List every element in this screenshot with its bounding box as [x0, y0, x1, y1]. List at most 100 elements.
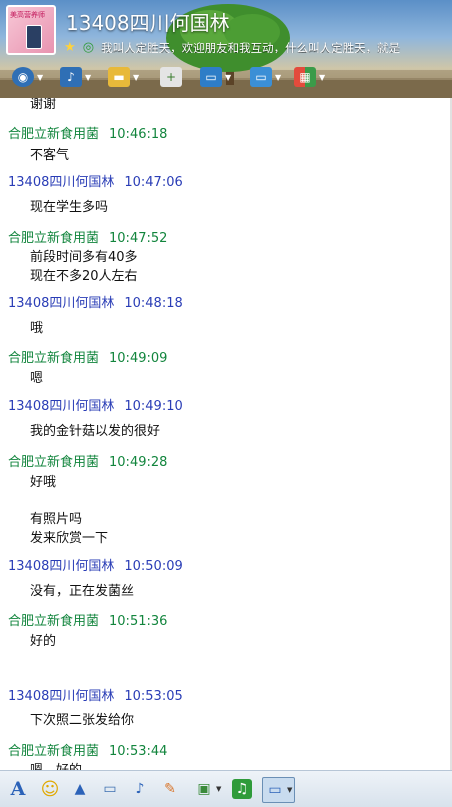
sender-name: 13408四川何国林	[8, 175, 115, 190]
apps-button[interactable]: ▦ ▼	[294, 64, 325, 90]
folder-icon: ▬	[108, 67, 130, 87]
emoji-button[interactable]: ☺	[40, 777, 60, 801]
chevron-down-icon[interactable]: ▼	[319, 73, 325, 82]
sender-name: 13408四川何国林	[8, 296, 115, 311]
music-icon: ♫	[232, 779, 252, 799]
message-text: 前段时间多有40多	[30, 250, 138, 265]
voice-message-button[interactable]: ♪	[130, 777, 150, 801]
message-header: 13408四川何国林 10:48:18	[8, 292, 183, 311]
chevron-down-icon[interactable]: ▼	[275, 73, 281, 82]
image-icon: ▣	[197, 781, 211, 797]
star-icon[interactable]: ★	[64, 40, 76, 53]
message-text: 好的	[30, 634, 57, 649]
avatar-text: 美高营养师	[10, 11, 45, 19]
chevron-down-icon[interactable]: ▼	[85, 73, 91, 82]
add-contact-button[interactable]: +	[160, 64, 182, 90]
shake-icon: ▲	[74, 781, 86, 797]
microphone-icon: ♪	[60, 67, 82, 87]
message-header: 13408四川何国林 10:50:09	[8, 555, 183, 574]
message-time: 10:46:18	[109, 127, 168, 142]
message-time: 10:53:05	[124, 689, 183, 704]
voice-call-button[interactable]: ♪ ▼	[60, 64, 91, 90]
message-text: 有照片吗	[30, 512, 83, 527]
message-time: 10:49:09	[109, 351, 168, 366]
remote-assist-button[interactable]: ▭ ▼	[200, 64, 231, 90]
chevron-down-icon[interactable]: ▼	[133, 73, 139, 82]
contact-name[interactable]: 13408四川何国林	[66, 7, 230, 36]
send-file-button[interactable]: ▬ ▼	[108, 64, 139, 90]
message-time: 10:51:36	[109, 614, 168, 629]
message-text: 嗯，好的	[30, 762, 82, 770]
emoji-icon: ☺	[40, 778, 60, 800]
sender-name: 13408四川何国林	[8, 399, 115, 414]
font-button[interactable]: A	[8, 777, 28, 801]
message-header: 合肥立新食用菌 10:46:18	[8, 123, 167, 142]
video-clip-button[interactable]: ▭	[100, 777, 120, 801]
message-header: 合肥立新食用菌 10:49:28	[8, 451, 167, 470]
message-text: 哦	[30, 321, 44, 336]
message-header: 合肥立新食用菌 10:47:52	[8, 227, 167, 246]
chat-history[interactable]: 谢谢 合肥立新食用菌 10:46:18 不客气 13408四川何国林 10:47:0…	[0, 98, 450, 770]
apps-grid-icon: ▦	[294, 67, 316, 87]
mobile-phone-icon	[26, 25, 42, 49]
send-image-button[interactable]: ▣ ▼	[194, 777, 221, 801]
personal-signature: 我叫人定胜天，欢迎朋友和我互动，什么叫人定胜天，就是	[101, 40, 401, 54]
music-button[interactable]: ♫	[232, 777, 252, 801]
sender-name: 合肥立新食用菌	[8, 231, 100, 246]
message-text: 不客气	[30, 148, 70, 163]
message-text: 下次照二张发给你	[30, 713, 135, 728]
scribble-button[interactable]: ✎	[160, 777, 180, 801]
screenshot-button[interactable]: ▭ ▼	[262, 777, 296, 803]
sender-name: 合肥立新食用菌	[8, 455, 100, 470]
sender-name: 合肥立新食用菌	[8, 351, 100, 366]
message-text: 好哦	[30, 475, 57, 490]
video-camera-icon: ◉	[12, 67, 34, 87]
message-time: 10:49:10	[124, 399, 183, 414]
screenshot-icon: ▭	[268, 782, 282, 798]
message-text: 谢谢	[30, 98, 57, 112]
sender-name: 合肥立新食用菌	[8, 127, 100, 142]
message-time: 10:49:28	[109, 455, 168, 470]
message-text: 现在不多20人左右	[30, 269, 138, 284]
message-header: 合肥立新食用菌 10:49:09	[8, 347, 167, 366]
qzone-icon[interactable]: ◎	[83, 40, 94, 53]
message-header: 13408四川何国林 10:53:05	[8, 685, 183, 704]
message-header: 合肥立新食用菌 10:51:36	[8, 610, 167, 629]
video-call-button[interactable]: ◉ ▼	[12, 64, 43, 90]
contact-avatar[interactable]: 美高营养师	[6, 5, 56, 55]
message-text: 发来欣赏一下	[30, 531, 109, 546]
sender-name: 13408四川何国林	[8, 689, 115, 704]
status-row: ★ ◎ 我叫人定胜天，欢迎朋友和我互动，什么叫人定胜天，就是	[64, 37, 452, 53]
font-icon: A	[10, 778, 26, 800]
share-screen-icon: ▭	[250, 67, 272, 87]
sender-name: 合肥立新食用菌	[8, 744, 100, 759]
video-clip-icon: ▭	[103, 781, 117, 797]
top-toolbar: ◉ ▼ ♪ ▼ ▬ ▼ + ▭ ▼ ▭ ▼ ▦ ▼	[0, 62, 452, 94]
chevron-down-icon[interactable]: ▼	[287, 786, 292, 794]
message-time: 10:53:44	[109, 744, 168, 759]
message-time: 10:47:52	[109, 231, 168, 246]
voice-message-icon: ♪	[135, 781, 145, 797]
share-screen-button[interactable]: ▭ ▼	[250, 64, 281, 90]
add-contact-icon: +	[160, 67, 182, 87]
monitor-icon: ▭	[200, 67, 222, 87]
chat-header: 美高营养师 13408四川何国林 ★ ◎ 我叫人定胜天，欢迎朋友和我互动，什么叫…	[0, 0, 452, 98]
sender-name: 13408四川何国林	[8, 559, 115, 574]
message-header: 13408四川何国林 10:47:06	[8, 171, 183, 190]
message-text: 现在学生多吗	[30, 200, 109, 215]
chevron-down-icon[interactable]: ▼	[37, 73, 43, 82]
chevron-down-icon[interactable]: ▼	[225, 73, 231, 82]
message-time: 10:50:09	[124, 559, 183, 574]
input-toolbar: A ☺ ▲ ▭ ♪ ✎ ▣ ▼ ♫ ▭ ▼	[0, 770, 452, 807]
message-text: 嗯	[30, 371, 44, 386]
message-header: 13408四川何国林 10:49:10	[8, 395, 183, 414]
message-text: 没有，正在发菌丝	[30, 584, 135, 599]
message-time: 10:48:18	[124, 296, 183, 311]
sender-name: 合肥立新食用菌	[8, 614, 100, 629]
message-time: 10:47:06	[124, 175, 183, 190]
message-text: 我的金针菇以发的很好	[30, 424, 161, 439]
chevron-down-icon[interactable]: ▼	[216, 785, 221, 793]
message-header: 合肥立新食用菌 10:53:44	[8, 740, 167, 759]
scribble-icon: ✎	[164, 781, 176, 797]
shake-button[interactable]: ▲	[70, 777, 90, 801]
